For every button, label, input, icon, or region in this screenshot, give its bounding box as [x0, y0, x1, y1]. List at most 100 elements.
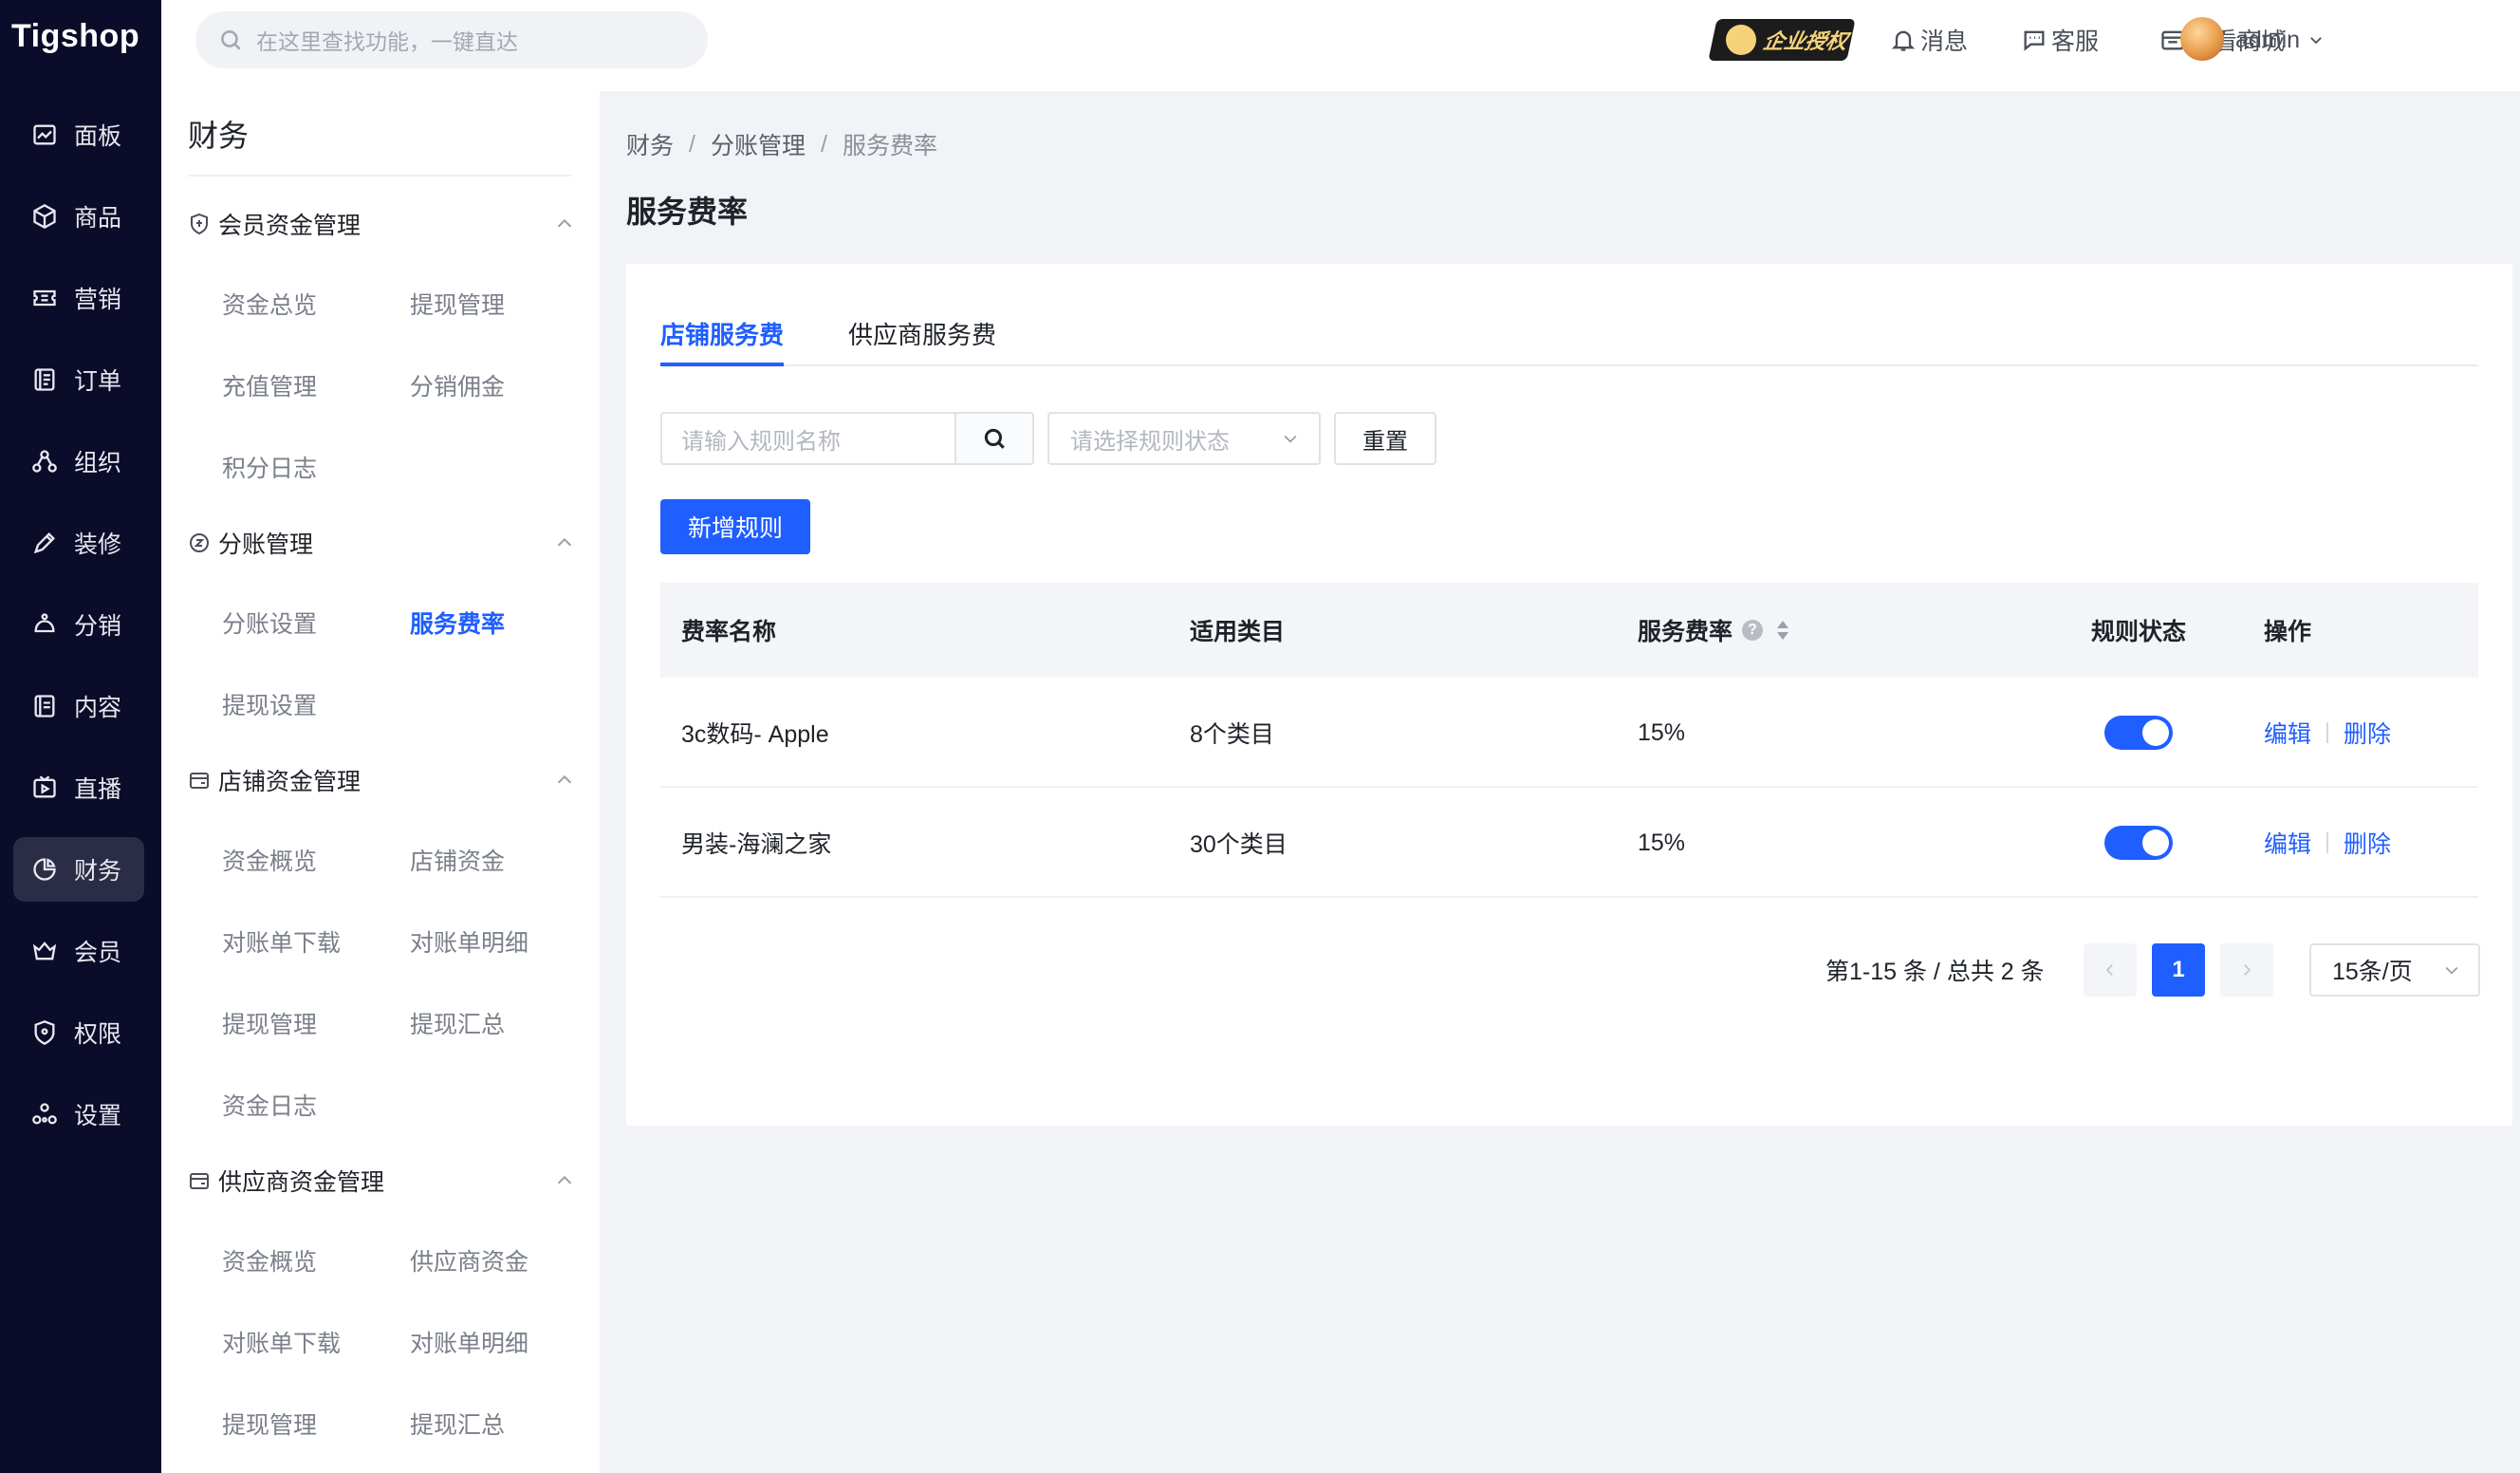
submenu-item-points-log[interactable]: 积分日志 — [222, 450, 317, 484]
actions-cell: 编辑 删除 — [2264, 788, 2391, 898]
app-logo[interactable]: Tigshop — [11, 17, 139, 55]
group-title: 分账管理 — [218, 531, 314, 558]
submenu-item-statement-download[interactable]: 对账单下载 — [222, 924, 341, 959]
rail-item-live[interactable]: 直播 — [13, 755, 144, 820]
rule-status-select[interactable]: 请选择规则状态 — [1047, 412, 1321, 465]
rail-item-dashboard[interactable]: 面板 — [13, 103, 144, 167]
wallet-shield-icon — [188, 213, 211, 235]
group-split-management[interactable]: 分账管理 — [188, 524, 586, 562]
store-fund-icon — [188, 769, 211, 792]
rail-item-products[interactable]: 商品 — [13, 184, 144, 249]
edit-link[interactable]: 编辑 — [2264, 826, 2311, 860]
chat-icon — [2024, 30, 2045, 51]
group-supplier-funds[interactable]: 供应商资金管理 — [188, 1162, 586, 1200]
submenu-item-commission[interactable]: 分销佣金 — [410, 368, 505, 402]
group-title: 会员资金管理 — [218, 213, 361, 239]
rail-item-label: 设置 — [74, 1103, 122, 1129]
submenu-item-store-overview[interactable]: 资金概览 — [222, 843, 317, 877]
rail-item-label: 直播 — [74, 776, 122, 803]
column-header-name: 费率名称 — [681, 619, 777, 645]
search-icon — [221, 30, 241, 50]
next-page-button[interactable] — [2220, 943, 2273, 997]
submenu-item-fund-log[interactable]: 资金日志 — [222, 1088, 317, 1122]
table-row: 男装-海澜之家 30个类目 15% 编辑 删除 — [660, 788, 2478, 898]
rail-item-permissions[interactable]: 权限 — [13, 1000, 144, 1065]
rail-item-label: 组织 — [74, 450, 122, 476]
group-title: 店铺资金管理 — [218, 769, 361, 795]
rail-item-marketing[interactable]: 营销 — [13, 266, 144, 330]
rate-name-cell: 男装-海澜之家 — [681, 831, 832, 858]
submenu-item-withdraw-summary[interactable]: 提现汇总 — [410, 1006, 505, 1040]
rail-item-decoration[interactable]: 装修 — [13, 511, 144, 575]
global-search-input[interactable]: 在这里查找功能，一键直达 — [195, 11, 708, 68]
help-icon[interactable]: ? — [1742, 620, 1764, 641]
chevron-down-icon — [1284, 435, 1297, 443]
rate-name-cell: 3c数码- Apple — [681, 721, 829, 748]
submenu-item-supplier-overview[interactable]: 资金概览 — [222, 1243, 317, 1277]
reset-button[interactable]: 重置 — [1334, 412, 1436, 465]
delete-link[interactable]: 删除 — [2344, 716, 2391, 750]
avatar[interactable] — [2180, 17, 2224, 61]
status-toggle[interactable] — [2104, 716, 2173, 750]
tab-store-service-fee[interactable]: 店铺服务费 — [660, 313, 785, 366]
breadcrumb: 财务 / 分账管理 / 服务费率 — [626, 127, 937, 161]
license-badge[interactable]: 企业授权 — [1708, 19, 1856, 61]
submenu-item-supplier-statement-download[interactable]: 对账单下载 — [222, 1325, 341, 1359]
rail-item-orders[interactable]: 订单 — [13, 347, 144, 412]
supplier-fund-icon — [188, 1169, 211, 1192]
submenu-item-split-settings[interactable]: 分账设置 — [222, 606, 317, 640]
rail-item-members[interactable]: 会员 — [13, 919, 144, 983]
submenu-item-supplier-statement-detail[interactable]: 对账单明细 — [410, 1325, 528, 1359]
search-button[interactable] — [954, 412, 1034, 465]
bell-icon — [1891, 30, 1916, 51]
sort-icon[interactable] — [1776, 620, 1789, 641]
rail-item-settings[interactable]: 设置 — [13, 1082, 144, 1147]
column-header-rate[interactable]: 服务费率 ? — [1638, 583, 1789, 678]
tab-bar: 店铺服务费 供应商服务费 — [660, 313, 2478, 366]
rail-item-organization[interactable]: 组织 — [13, 429, 144, 494]
group-member-funds[interactable]: 会员资金管理 — [188, 205, 586, 243]
column-header-category: 适用类目 — [1190, 619, 1286, 645]
rail-item-label: 商品 — [74, 205, 122, 232]
submenu-item-supplier-funds[interactable]: 供应商资金 — [410, 1243, 528, 1277]
submenu-item-fund-overview[interactable]: 资金总览 — [222, 287, 317, 321]
rail-item-label: 订单 — [74, 368, 122, 395]
status-toggle[interactable] — [2104, 826, 2173, 860]
rail-item-content[interactable]: 内容 — [13, 674, 144, 738]
messages-link[interactable]: 消息 — [1890, 21, 1968, 59]
submenu-item-store-funds[interactable]: 店铺资金 — [410, 843, 505, 877]
submenu-item-service-rate[interactable]: 服务费率 — [410, 606, 505, 640]
breadcrumb-item[interactable]: 分账管理 — [711, 127, 806, 161]
breadcrumb-item[interactable]: 财务 — [626, 127, 674, 161]
submenu-item-recharge[interactable]: 充值管理 — [222, 368, 317, 402]
page-size-select[interactable]: 15条/页 — [2309, 943, 2480, 997]
tab-supplier-service-fee[interactable]: 供应商服务费 — [848, 313, 996, 366]
rate-cell: 15% — [1638, 718, 1686, 746]
submenu-item-withdraw[interactable]: 提现管理 — [410, 287, 505, 321]
breadcrumb-separator: / — [689, 130, 695, 158]
service-link[interactable]: 客服 — [2021, 21, 2099, 59]
finance-icon — [30, 855, 59, 884]
submenu-item-supplier-withdraw[interactable]: 提现管理 — [222, 1407, 317, 1441]
user-menu[interactable]: admin — [2235, 21, 2325, 59]
delete-link[interactable]: 删除 — [2344, 826, 2391, 860]
prev-page-button[interactable] — [2084, 943, 2137, 997]
submenu-item-statement-detail[interactable]: 对账单明细 — [410, 924, 528, 959]
group-store-funds[interactable]: 店铺资金管理 — [188, 761, 586, 799]
table-header: 费率名称 适用类目 服务费率 ? 规则状态 操作 — [660, 583, 2478, 678]
order-icon — [30, 365, 59, 394]
rail-item-distribution[interactable]: 分销 — [13, 592, 144, 657]
submenu-item-supplier-withdraw-summary[interactable]: 提现汇总 — [410, 1407, 505, 1441]
add-rule-button[interactable]: 新增规则 — [660, 499, 810, 554]
rail-item-finance[interactable]: 财务 — [13, 837, 144, 902]
rate-cell: 15% — [1638, 829, 1686, 856]
page-number-button[interactable]: 1 — [2152, 943, 2205, 997]
user-name: admin — [2235, 26, 2301, 53]
rule-name-input[interactable]: 请输入规则名称 — [660, 412, 956, 465]
submenu-item-store-withdraw[interactable]: 提现管理 — [222, 1006, 317, 1040]
page-size-value: 15条/页 — [2332, 959, 2413, 985]
edit-link[interactable]: 编辑 — [2264, 716, 2311, 750]
divider — [2326, 832, 2329, 853]
category-cell: 8个类目 — [1190, 721, 1274, 748]
submenu-item-withdraw-settings[interactable]: 提现设置 — [222, 687, 317, 721]
